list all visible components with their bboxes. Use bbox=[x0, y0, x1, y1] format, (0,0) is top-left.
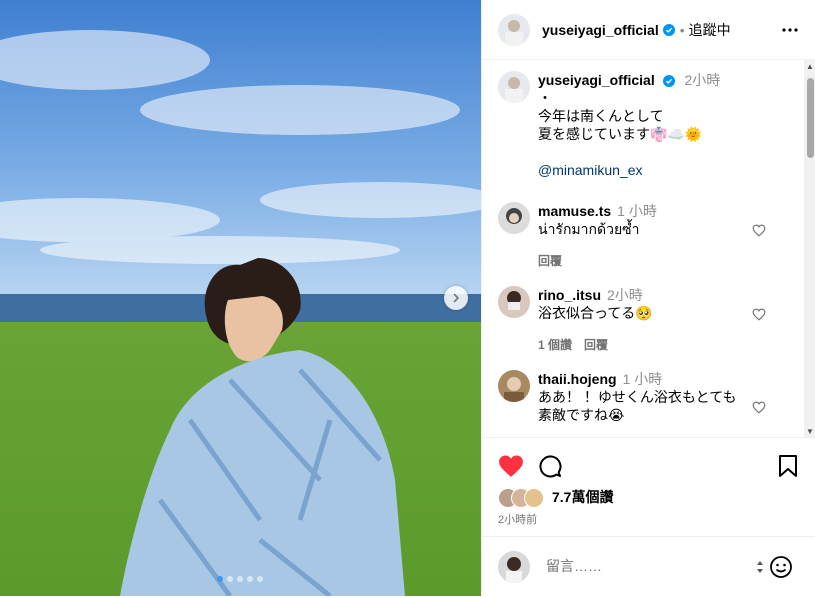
avatar[interactable] bbox=[498, 71, 530, 103]
avatar-image bbox=[498, 202, 530, 234]
avatar[interactable] bbox=[498, 370, 530, 402]
emoji-icon[interactable] bbox=[769, 555, 793, 579]
comment-text: 浴衣似合ってる🥺 bbox=[538, 305, 653, 321]
verified-icon bbox=[662, 23, 675, 36]
reply-button[interactable]: 回覆 bbox=[538, 252, 657, 269]
avatar[interactable] bbox=[498, 286, 530, 318]
carousel-dot bbox=[237, 576, 243, 582]
follow-state-button[interactable]: 追蹤中 bbox=[689, 20, 731, 40]
header-username[interactable]: yuseiyagi_official bbox=[542, 22, 659, 38]
next-arrow-icon bbox=[453, 293, 460, 303]
comment-time: 2小時 bbox=[607, 287, 643, 303]
carousel-dot bbox=[247, 576, 253, 582]
avatar bbox=[498, 551, 530, 583]
comment-text: ああ！ ！ゆせくん浴衣もとても bbox=[538, 389, 737, 405]
likes-count[interactable]: 7.7萬個讚 bbox=[552, 487, 613, 507]
carousel-dot bbox=[227, 576, 233, 582]
post-panel: yuseiyagi_official • 追蹤中 yuseiyagi_offic… bbox=[481, 0, 815, 596]
post-photo[interactable] bbox=[0, 0, 481, 596]
heart-icon[interactable] bbox=[752, 224, 766, 237]
avatar-image bbox=[498, 551, 530, 583]
caption-body: yuseiyagi_official 2小時 ・ 今年は南くんとして 夏を感じて… bbox=[538, 71, 720, 179]
scrollbar-thumb[interactable] bbox=[807, 78, 814, 158]
caption-time: 2小時 bbox=[684, 72, 721, 88]
comment-composer bbox=[482, 536, 815, 598]
comment-item: mamuse.ts 1 小時 น่ารักมากด้วยซ้ำ 回覆 bbox=[498, 202, 657, 269]
scroll-down-icon[interactable]: ▼ bbox=[806, 427, 814, 436]
comment-username[interactable]: rino_.itsu bbox=[538, 287, 601, 303]
comment-item: thaii.hojeng 1 小時 ああ！ ！ゆせくん浴衣もとても 素敵ですね😭 bbox=[498, 370, 737, 424]
avatar-image bbox=[498, 286, 530, 318]
mention-link[interactable]: @minamikun_ex bbox=[538, 161, 720, 179]
photo-image bbox=[0, 0, 481, 596]
heart-icon[interactable] bbox=[498, 454, 524, 478]
actions-bar: 7.7萬個讚 2小時前 bbox=[482, 437, 815, 597]
separator-dot: • bbox=[679, 21, 685, 38]
comment-like-count[interactable]: 1 個讚 bbox=[538, 338, 572, 352]
avatar-image bbox=[498, 370, 530, 402]
comments-scrollbar[interactable]: ▲ ▼ bbox=[804, 60, 815, 437]
caption-line: 夏を感じています bbox=[538, 126, 650, 142]
comment-time: 1 小時 bbox=[617, 203, 657, 219]
heart-icon[interactable] bbox=[752, 401, 766, 414]
caption-line: 今年は南くんとして bbox=[538, 108, 664, 124]
heart-icon[interactable] bbox=[752, 308, 766, 321]
caption-username[interactable]: yuseiyagi_official bbox=[538, 72, 655, 88]
reply-button[interactable]: 回覆 bbox=[584, 338, 608, 352]
comment-text: 素敵ですね😭 bbox=[538, 407, 625, 423]
avatar-image bbox=[498, 13, 530, 46]
caption: yuseiyagi_official 2小時 ・ 今年は南くんとして 夏を感じて… bbox=[498, 71, 720, 179]
avatar[interactable] bbox=[498, 13, 530, 46]
avatar[interactable] bbox=[498, 202, 530, 234]
caption-line: ・ bbox=[538, 90, 552, 106]
comments-list[interactable]: yuseiyagi_official 2小時 ・ 今年は南くんとして 夏を感じて… bbox=[482, 60, 804, 437]
liker-avatars bbox=[498, 488, 546, 508]
avatar bbox=[524, 488, 544, 508]
comment-item: rino_.itsu 2小時 浴衣似合ってる🥺 1 個讚 回覆 bbox=[498, 286, 653, 353]
scroll-up-icon[interactable]: ▲ bbox=[806, 62, 814, 71]
post-header: yuseiyagi_official • 追蹤中 bbox=[482, 0, 815, 60]
more-icon[interactable] bbox=[782, 28, 798, 32]
verified-icon bbox=[662, 75, 675, 88]
carousel-dot bbox=[217, 576, 223, 582]
carousel-indicator bbox=[217, 576, 263, 582]
comment-username[interactable]: mamuse.ts bbox=[538, 203, 611, 219]
caption-emojis: 👘☁️🌞 bbox=[650, 126, 703, 142]
sort-arrows-icon[interactable] bbox=[756, 559, 764, 575]
bookmark-icon[interactable] bbox=[778, 454, 798, 478]
comment-time: 1 小時 bbox=[622, 371, 663, 387]
comment-username[interactable]: thaii.hojeng bbox=[538, 371, 617, 387]
carousel-dot bbox=[257, 576, 263, 582]
post-time[interactable]: 2小時前 bbox=[498, 511, 537, 527]
likes-summary[interactable]: 7.7萬個讚 bbox=[498, 487, 613, 508]
comment-input[interactable] bbox=[544, 557, 748, 575]
comment-icon[interactable] bbox=[538, 454, 562, 478]
comment-text: น่ารักมากด้วยซ้ำ bbox=[538, 221, 640, 237]
avatar-image bbox=[498, 71, 530, 103]
next-photo-button[interactable] bbox=[444, 286, 468, 310]
